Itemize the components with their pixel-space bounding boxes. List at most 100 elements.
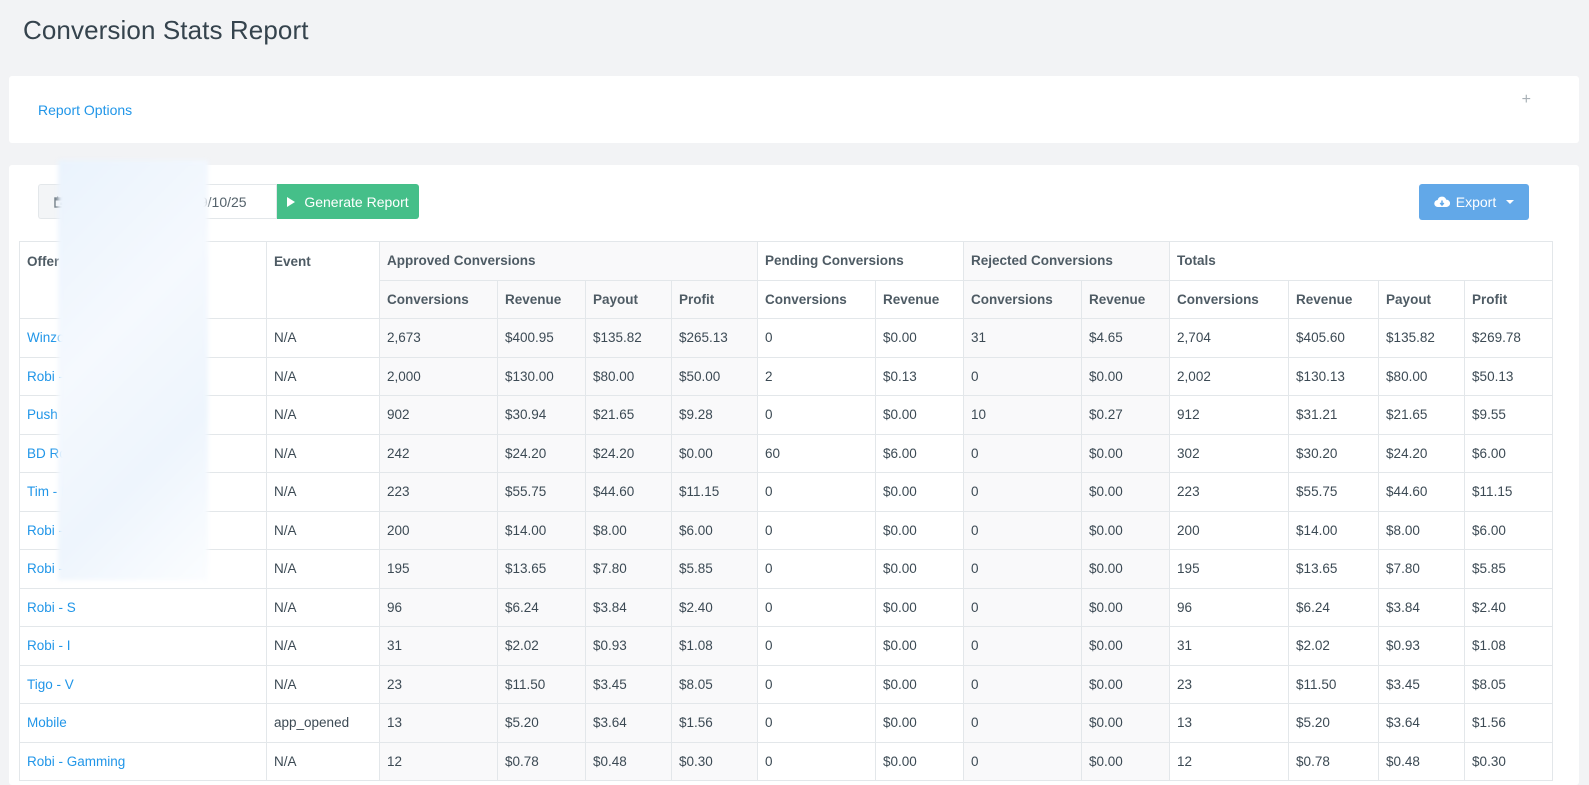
cell-totals-payout: $0.48 — [1378, 741, 1466, 781]
cell-approved-conversions: 13 — [379, 703, 498, 743]
cell-rejected-revenue: $0.00 — [1081, 626, 1171, 666]
cell-approved-revenue: $30.94 — [497, 395, 586, 435]
cell-approved-conversions: 12 — [379, 741, 498, 781]
cell-totals-profit: $1.08 — [1464, 626, 1554, 666]
cell-approved-payout: $0.93 — [585, 626, 672, 666]
cell-totals-profit: $50.13 — [1464, 356, 1554, 396]
offer-link[interactable]: Robi - I — [27, 638, 71, 653]
cell-totals-revenue: $11.50 — [1288, 664, 1380, 704]
cell-approved-revenue: $11.50 — [497, 664, 586, 704]
cell-rejected-conversions: 31 — [963, 318, 1083, 358]
offer-link[interactable]: Robi - I — [27, 561, 71, 576]
header-approved-profit[interactable]: Profit — [670, 279, 759, 319]
cell-approved-profit: $9.28 — [670, 395, 759, 435]
cell-totals-payout: $44.60 — [1378, 472, 1466, 512]
generate-report-label: Generate Report — [304, 193, 409, 210]
cell-totals-payout: $3.64 — [1378, 703, 1466, 743]
cell-totals-conversions: 12 — [1169, 741, 1290, 781]
cell-totals-revenue: $2.02 — [1288, 626, 1380, 666]
header-totals-profit[interactable]: Profit — [1464, 279, 1554, 319]
cell-event: N/A — [266, 587, 380, 627]
cell-pending-conversions: 2 — [757, 356, 877, 396]
cloud-download-icon — [1434, 196, 1450, 208]
cell-totals-profit: $6.00 — [1464, 510, 1554, 550]
cell-pending-conversions: 0 — [757, 741, 877, 781]
header-rejected-revenue[interactable]: Revenue — [1081, 279, 1171, 319]
header-rejected-conversions-count[interactable]: Conversions — [963, 279, 1083, 319]
offer-link[interactable]: Winzo — [27, 330, 65, 345]
header-pending-revenue[interactable]: Revenue — [875, 279, 965, 319]
cell-approved-conversions: 23 — [379, 664, 498, 704]
header-totals: Totals — [1169, 241, 1554, 281]
offer-link[interactable]: Tim - F — [27, 484, 69, 499]
cell-rejected-revenue: $0.00 — [1081, 664, 1171, 704]
cell-rejected-conversions: 0 — [963, 703, 1083, 743]
offer-link[interactable]: Robi - S — [27, 600, 76, 615]
cell-pending-revenue: $0.00 — [875, 741, 965, 781]
cell-approved-conversions: 31 — [379, 626, 498, 666]
cell-approved-revenue: $400.95 — [497, 318, 586, 358]
cell-event: N/A — [266, 549, 380, 589]
cell-pending-revenue: $0.00 — [875, 472, 965, 512]
offer-link[interactable]: BD Rob — [27, 446, 74, 461]
offer-link[interactable]: Robi - Gamming — [27, 754, 125, 769]
header-offer[interactable]: Offer — [19, 241, 267, 319]
table-row: BD Rob N/A 242 $24.20 $24.20 $0.00 60 $6.00 0 $0.… — [19, 433, 1554, 473]
header-approved-revenue[interactable]: Revenue — [497, 279, 586, 319]
cell-approved-profit: $50.00 — [670, 356, 759, 396]
table-row: Robi - I N/A 195 $13.65 $7.80 $5.85 0 $0.00 0 $0.… — [19, 549, 1554, 589]
cell-totals-payout: $3.84 — [1378, 587, 1466, 627]
table-row: Winzo N/A 2,673 $400.95 $135.82 $265.13 0 $0.00… — [19, 318, 1554, 358]
cell-offer: Robi - S — [19, 356, 267, 396]
header-totals-payout[interactable]: Payout — [1378, 279, 1466, 319]
table-body: Winzo N/A 2,673 $400.95 $135.82 $265.13 0 $0.00… — [19, 318, 1554, 781]
cell-approved-payout: $3.84 — [585, 587, 672, 627]
offer-link[interactable]: Robi - S — [27, 369, 76, 384]
generate-report-button[interactable]: Generate Report — [277, 184, 419, 219]
cell-totals-payout: $135.82 — [1378, 318, 1466, 358]
report-options-link[interactable]: Report Options — [38, 102, 132, 118]
cell-totals-conversions: 200 — [1169, 510, 1290, 550]
header-pending-conversions-count[interactable]: Conversions — [757, 279, 877, 319]
header-event[interactable]: Event — [266, 241, 380, 319]
cell-rejected-revenue: $4.65 — [1081, 318, 1171, 358]
cell-totals-revenue: $31.21 — [1288, 395, 1380, 435]
offer-link[interactable]: Tigo - V — [27, 677, 74, 692]
cell-pending-conversions: 0 — [757, 472, 877, 512]
offer-link[interactable]: Robi - I — [27, 523, 71, 538]
calendar-addon[interactable] — [38, 184, 80, 219]
cell-totals-profit: $11.15 — [1464, 472, 1554, 512]
offer-link[interactable]: Push - — [27, 407, 66, 422]
cell-pending-conversions: 0 — [757, 510, 877, 550]
offer-link[interactable]: Mobile — [27, 715, 67, 730]
cell-rejected-conversions: 0 — [963, 433, 1083, 473]
report-options-panel: Report Options + — [9, 76, 1579, 143]
header-approved-conversions-count[interactable]: Conversions — [379, 279, 498, 319]
cell-event: N/A — [266, 395, 380, 435]
cell-offer: Robi - S — [19, 587, 267, 627]
cell-event: N/A — [266, 510, 380, 550]
cell-approved-profit: $8.05 — [670, 664, 759, 704]
cell-event: app_opened — [266, 703, 380, 743]
cell-pending-conversions: 0 — [757, 318, 877, 358]
table-row: Robi - S N/A 96 $6.24 $3.84 $2.40 0 $0.00 0 $0.00… — [19, 587, 1554, 627]
table-row: Robi - S N/A 2,000 $130.00 $80.00 $50.00 2 $0.1… — [19, 356, 1554, 396]
cell-totals-profit: $269.78 — [1464, 318, 1554, 358]
date-range-input[interactable] — [80, 184, 277, 219]
cell-approved-conversions: 2,000 — [379, 356, 498, 396]
cell-approved-revenue: $13.65 — [497, 549, 586, 589]
cell-offer: Robi - I — [19, 626, 267, 666]
cell-event: N/A — [266, 472, 380, 512]
cell-approved-conversions: 2,673 — [379, 318, 498, 358]
cell-totals-payout: $3.45 — [1378, 664, 1466, 704]
expand-plus-icon[interactable]: + — [1522, 91, 1531, 109]
header-approved-payout[interactable]: Payout — [585, 279, 672, 319]
export-button[interactable]: Export — [1419, 184, 1529, 220]
header-totals-revenue[interactable]: Revenue — [1288, 279, 1380, 319]
header-totals-conversions[interactable]: Conversions — [1169, 279, 1290, 319]
header-pending-conversions: Pending Conversions — [757, 241, 965, 281]
cell-totals-profit: $2.40 — [1464, 587, 1554, 627]
cell-rejected-conversions: 10 — [963, 395, 1083, 435]
cell-totals-conversions: 302 — [1169, 433, 1290, 473]
cell-totals-conversions: 31 — [1169, 626, 1290, 666]
